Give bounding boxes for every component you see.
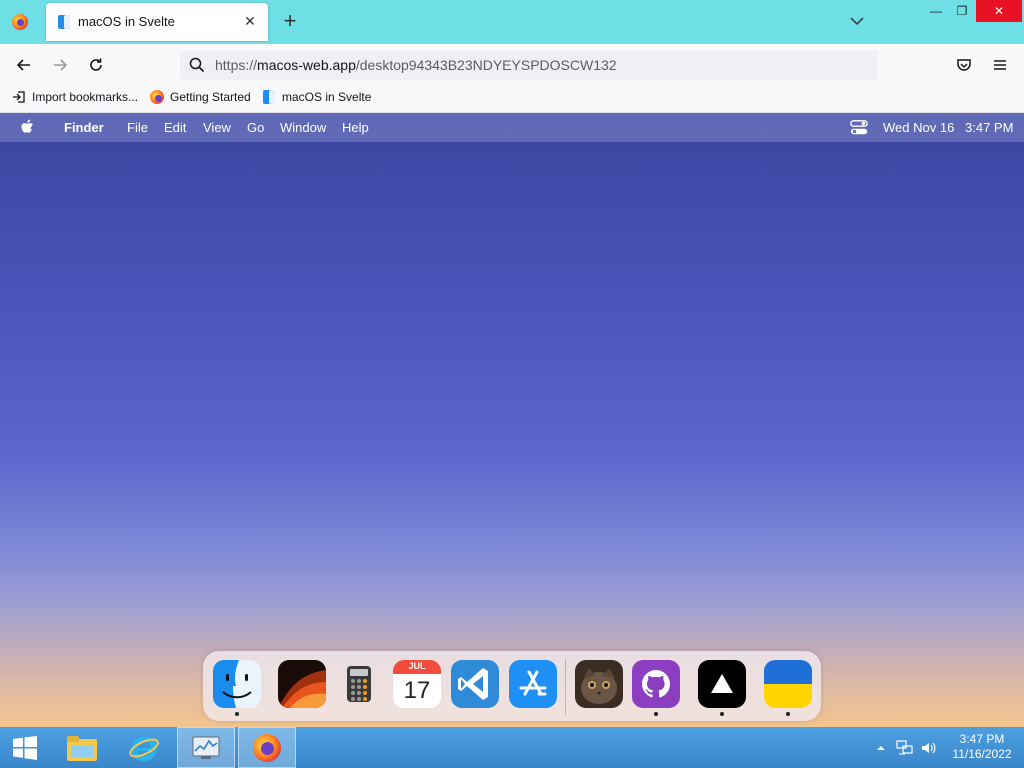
control-center-icon[interactable] [850,120,868,135]
github-icon [632,660,680,708]
restore-button[interactable]: ❐ [948,0,976,22]
vscode-icon [451,660,499,708]
internet-explorer-icon[interactable] [118,727,170,768]
volume-icon[interactable] [918,727,940,768]
dock-separator [565,659,566,715]
menubar-date[interactable]: Wed Nov 16 [883,120,954,135]
calendar-month: JUL [408,661,426,671]
bookmark-import[interactable]: Import bookmarks... [12,90,138,104]
menu-file[interactable]: File [127,120,148,135]
running-indicator [654,712,658,716]
network-icon[interactable] [894,727,916,768]
menu-app-name[interactable]: Finder [64,120,104,135]
firefox-icon[interactable] [238,727,296,768]
app-store-icon [509,660,557,708]
tab-macos-in-svelte[interactable]: macOS in Svelte ✕ [46,3,268,41]
clock-time: 3:47 PM [959,732,1005,746]
dock-cat-photo[interactable] [575,660,623,708]
finder-icon [213,660,261,708]
plus-icon[interactable]: + [280,10,300,32]
dock-ukraine[interactable] [764,660,812,708]
arrow-left-icon[interactable] [14,55,34,75]
clock-date: 11/16/2022 [952,747,1012,761]
vercel-icon [698,660,746,708]
dock-github[interactable] [632,660,680,708]
bookmark-macos-in-svelte[interactable]: macOS in Svelte [262,90,371,104]
finder-icon [262,90,276,104]
menu-edit[interactable]: Edit [164,120,186,135]
task-manager-icon[interactable] [177,727,235,768]
bookmarks-toolbar: Import bookmarks... Getting Started macO… [0,86,1024,113]
dock-calculator[interactable] [335,660,383,708]
dock-finder[interactable] [213,660,261,708]
macos-dock: JUL 17 [203,651,821,721]
start-icon[interactable] [0,727,50,768]
firefox-icon [150,90,164,104]
dock-vercel[interactable] [698,660,746,708]
dock-vscode[interactable] [451,660,499,708]
running-indicator [786,712,790,716]
tab-title: macOS in Svelte [78,14,175,29]
dock-wallpapers[interactable] [278,660,326,708]
calendar-day: 17 [403,677,431,704]
import-icon [12,90,26,104]
search-icon [189,57,205,73]
url-text[interactable]: https://macos-web.app/desktop94343B23NDY… [215,57,617,73]
browser-tab-strip: macOS in Svelte ✕ + — ❐ ✕ [0,0,1024,44]
finder-tab-icon [58,15,70,29]
minimize-button[interactable]: — [922,0,950,22]
menu-window[interactable]: Window [280,120,326,135]
firefox-icon[interactable] [8,10,32,34]
system-clock[interactable]: 3:47 PM 11/16/2022 [950,732,1014,762]
dock-app-store[interactable] [509,660,557,708]
arrow-right-icon[interactable] [50,55,70,75]
windows-taskbar: 3:47 PM 11/16/2022 [0,727,1024,768]
hamburger-icon[interactable] [990,55,1010,75]
calculator-icon [347,666,371,702]
reload-icon[interactable] [86,55,106,75]
menu-help[interactable]: Help [342,120,369,135]
close-window-button[interactable]: ✕ [976,0,1022,22]
macos-menubar: Finder File Edit View Go Window Help Wed… [0,113,1024,142]
menubar-time[interactable]: 3:47 PM [965,120,1013,135]
navigation-toolbar: https://macos-web.app/desktop94343B23NDY… [0,44,1024,86]
chevron-down-icon[interactable] [848,12,866,30]
chevron-up-icon[interactable] [872,727,890,768]
cat-photo-icon [575,660,623,708]
dock-calendar[interactable]: JUL 17 [393,660,441,708]
url-bar[interactable]: https://macos-web.app/desktop94343B23NDY… [180,50,878,80]
macos-desktop[interactable]: Finder File Edit View Go Window Help Wed… [0,113,1024,727]
pocket-icon[interactable] [954,55,974,75]
bookmark-getting-started[interactable]: Getting Started [150,90,251,104]
ukraine-flag-icon [764,660,812,708]
running-indicator [235,712,239,716]
menu-view[interactable]: View [203,120,231,135]
running-indicator [720,712,724,716]
apple-icon[interactable] [20,118,36,136]
file-explorer-icon[interactable] [56,727,108,768]
close-icon[interactable]: ✕ [242,13,258,29]
menu-go[interactable]: Go [247,120,264,135]
wallpaper-icon [278,660,326,708]
